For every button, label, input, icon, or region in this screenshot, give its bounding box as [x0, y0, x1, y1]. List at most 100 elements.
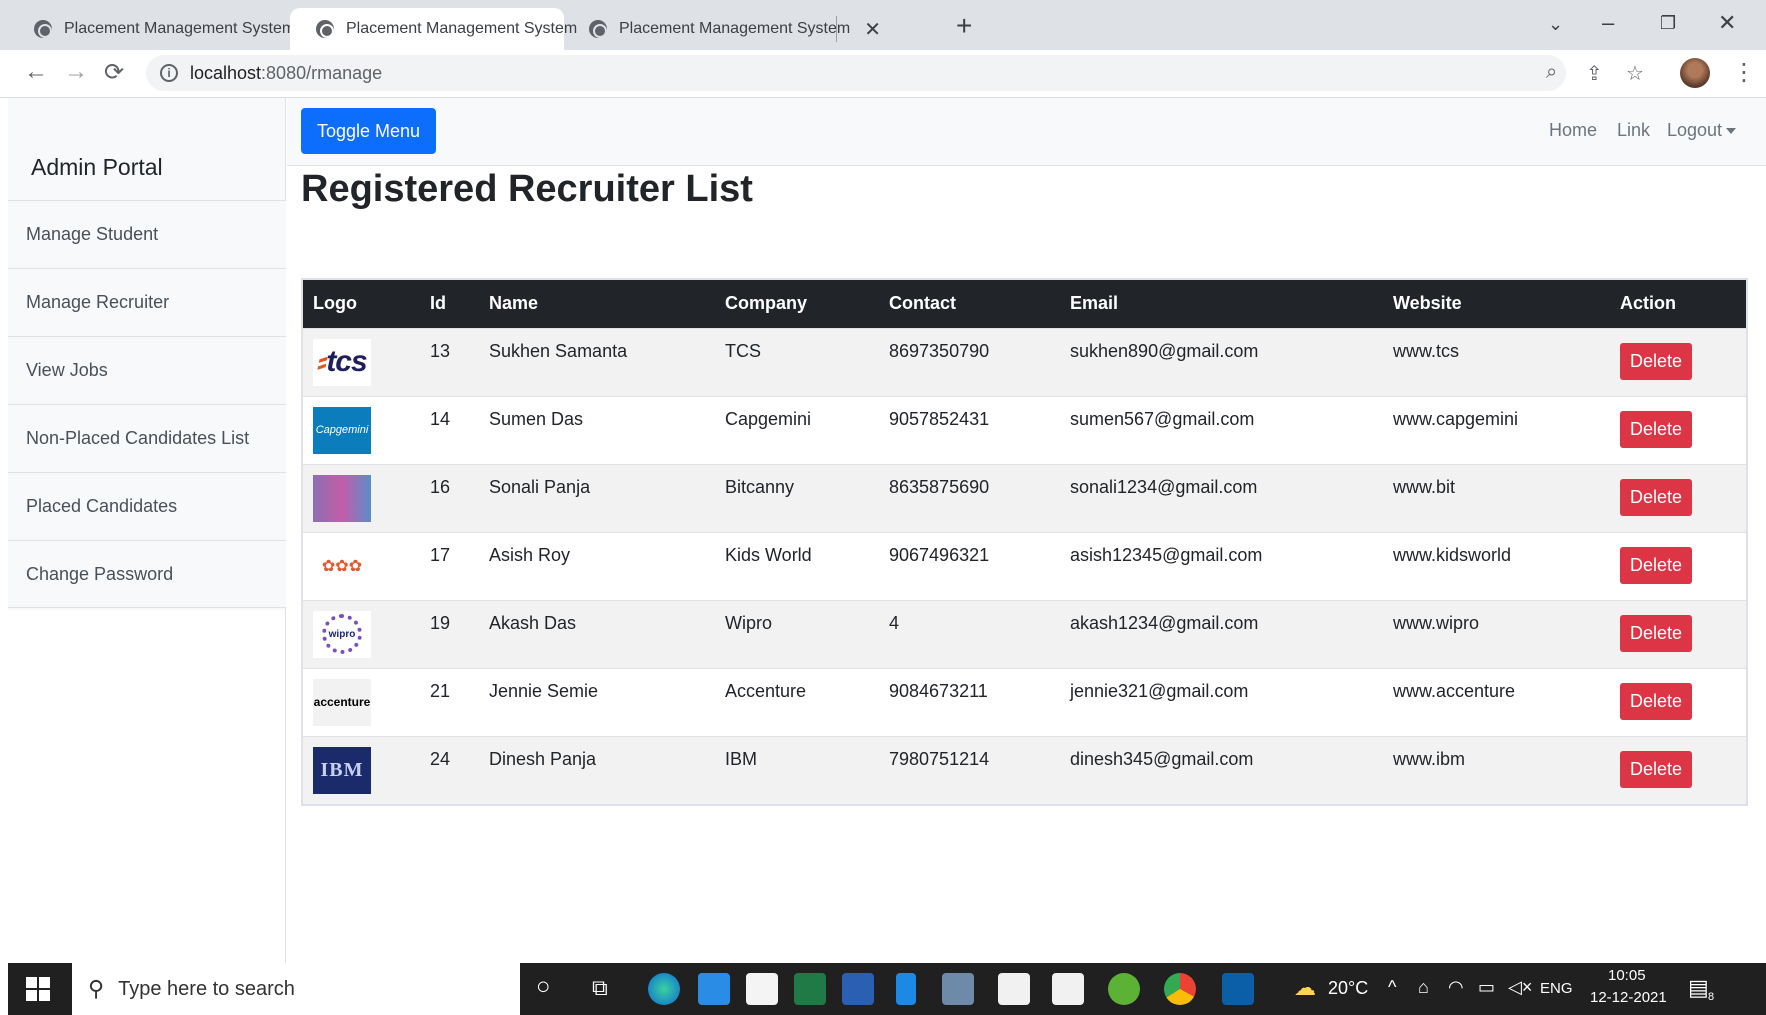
id-cell: 21 [420, 667, 479, 736]
column-header-email: Email [1060, 280, 1383, 328]
info-icon[interactable]: i [160, 64, 178, 82]
contact-cell: 4 [879, 599, 1060, 668]
id-cell: 24 [420, 735, 479, 804]
delete-button[interactable]: Delete [1620, 342, 1693, 380]
browser-tab-strip: Placement Management System ✕ Placement … [0, 0, 1766, 50]
url-text[interactable]: localhost:8080/rmanage [190, 63, 382, 84]
delete-button[interactable]: Delete [1620, 750, 1693, 788]
taskbar-search-box[interactable]: ⚲ Type here to search [72, 963, 520, 1015]
tab-title: Placement Management System [619, 20, 851, 37]
name-cell: Sumen Das [479, 395, 715, 464]
chrome-icon[interactable] [1164, 973, 1196, 1005]
clock-date[interactable]: 12-12-2021 [1590, 989, 1667, 1006]
table-row: ⸗ tcs 13 Sukhen Samanta TCS 8697350790 su… [303, 327, 1746, 396]
task-view-icon[interactable]: ⧉ [592, 975, 608, 1001]
delete-button[interactable]: Delete [1620, 682, 1693, 720]
ibm-logo: IBM [313, 746, 371, 794]
media-icon[interactable] [942, 973, 974, 1005]
profile-avatar[interactable] [1680, 58, 1710, 88]
name-cell: Sonali Panja [479, 463, 715, 532]
tray-chevron-icon[interactable]: ^ [1388, 977, 1396, 998]
globe-icon [34, 20, 52, 38]
new-tab-button[interactable]: + [956, 10, 972, 42]
caret-down-icon [1726, 128, 1737, 135]
website-cell: www.ibm [1383, 735, 1610, 804]
meet-icon[interactable]: ⌂ [1418, 977, 1429, 998]
delete-button[interactable]: Delete [1620, 614, 1693, 652]
window-close-icon[interactable]: ✕ [1718, 10, 1736, 36]
sidebar-item-non-placed-candidates[interactable]: Non-Placed Candidates List [8, 404, 286, 472]
bitcanny-logo [313, 474, 371, 522]
restore-icon[interactable]: ❐ [1660, 13, 1676, 34]
table-row: 16 Sonali Panja Bitcanny 8635875690 sona… [303, 463, 1746, 532]
column-header-name: Name [479, 280, 715, 328]
browser-tab-3[interactable]: Placement Management System ✕ [563, 8, 881, 50]
logout-dropdown[interactable]: Logout [1667, 120, 1737, 141]
contact-cell: 9067496321 [879, 531, 1060, 600]
action-cell: Delete [1610, 599, 1746, 668]
column-header-action: Action [1610, 280, 1746, 328]
reload-icon[interactable]: ⟳ [104, 58, 124, 87]
delete-button[interactable]: Delete [1620, 546, 1693, 584]
back-icon[interactable]: ← [24, 58, 48, 86]
sidebar-item-change-password[interactable]: Change Password [8, 540, 286, 608]
company-cell: Kids World [715, 531, 879, 600]
browser-tab-1[interactable]: Placement Management System ✕ [8, 8, 326, 50]
browser-tab-2[interactable]: Placement Management System ✕ [290, 8, 608, 50]
contact-cell: 9084673211 [879, 667, 1060, 736]
windows-start-icon[interactable] [26, 977, 50, 1001]
photos-icon[interactable] [1222, 973, 1254, 1005]
tcs-logo: ⸗ tcs [313, 338, 371, 386]
browser-menu-icon[interactable]: ⋮ [1732, 58, 1756, 87]
clock-time[interactable]: 10:05 [1608, 967, 1646, 984]
forward-icon[interactable]: → [64, 58, 88, 86]
nav-link-link[interactable]: Link [1617, 120, 1650, 141]
wipro-logo: wipro [313, 610, 371, 658]
sidebar-item-manage-recruiter[interactable]: Manage Recruiter [8, 268, 286, 336]
minimize-icon[interactable]: – [1602, 10, 1614, 36]
nav-link-home[interactable]: Home [1549, 120, 1597, 141]
share-icon[interactable]: ⇪ [1586, 61, 1603, 86]
store-icon[interactable] [746, 973, 778, 1005]
column-header-website: Website [1383, 280, 1610, 328]
toggle-menu-button[interactable]: Toggle Menu [301, 108, 437, 154]
email-cell: asish12345@gmail.com [1060, 531, 1383, 600]
notification-count: 8 [1708, 991, 1715, 1003]
volume-mute-icon[interactable]: ◁× [1508, 977, 1532, 998]
name-cell: Akash Das [479, 599, 715, 668]
tab-title: Placement Management System [346, 20, 578, 37]
star-icon[interactable]: ☆ [1626, 61, 1644, 86]
excel-icon[interactable] [794, 973, 826, 1005]
delete-button[interactable]: Delete [1620, 478, 1693, 516]
sidebar-empty-area [8, 610, 286, 963]
mail-icon[interactable] [698, 973, 730, 1005]
email-cell: sukhen890@gmail.com [1060, 327, 1383, 396]
sidebar-item-view-jobs[interactable]: View Jobs [8, 336, 286, 404]
wifi-icon[interactable]: ◠ [1448, 977, 1464, 998]
spring-icon[interactable] [1108, 973, 1140, 1005]
column-header-company: Company [715, 280, 879, 328]
sidebar-item-placed-candidates[interactable]: Placed Candidates [8, 472, 286, 540]
word-icon[interactable] [842, 973, 874, 1005]
weather-icon[interactable]: ☁ [1294, 975, 1316, 1001]
cortana-icon[interactable]: ○ [536, 973, 551, 1001]
battery-icon[interactable]: ▭ [1478, 977, 1495, 998]
column-header-logo: Logo [303, 280, 420, 328]
name-cell: Asish Roy [479, 531, 715, 600]
download-icon[interactable] [896, 973, 916, 1005]
notification-icon[interactable]: ▤ [1688, 975, 1709, 1001]
id-cell: 19 [420, 599, 479, 668]
sidebar-item-manage-student[interactable]: Manage Student [8, 200, 286, 268]
table-row: IBM 24 Dinesh Panja IBM 7980751214 dines… [303, 735, 1746, 804]
zoom-icon[interactable]: ⌕ [1546, 61, 1557, 84]
tab-search-icon[interactable]: ⌄ [1548, 14, 1563, 35]
pdf-icon[interactable] [1052, 973, 1084, 1005]
logo-cell [303, 463, 420, 532]
weather-temp[interactable]: 20°C [1328, 978, 1368, 999]
delete-button[interactable]: Delete [1620, 410, 1693, 448]
document-icon[interactable] [998, 973, 1030, 1005]
language-indicator[interactable]: ENG [1540, 980, 1573, 997]
close-icon[interactable]: ✕ [864, 17, 881, 42]
edge-icon[interactable] [648, 973, 680, 1005]
logo-cell: IBM [303, 735, 420, 804]
